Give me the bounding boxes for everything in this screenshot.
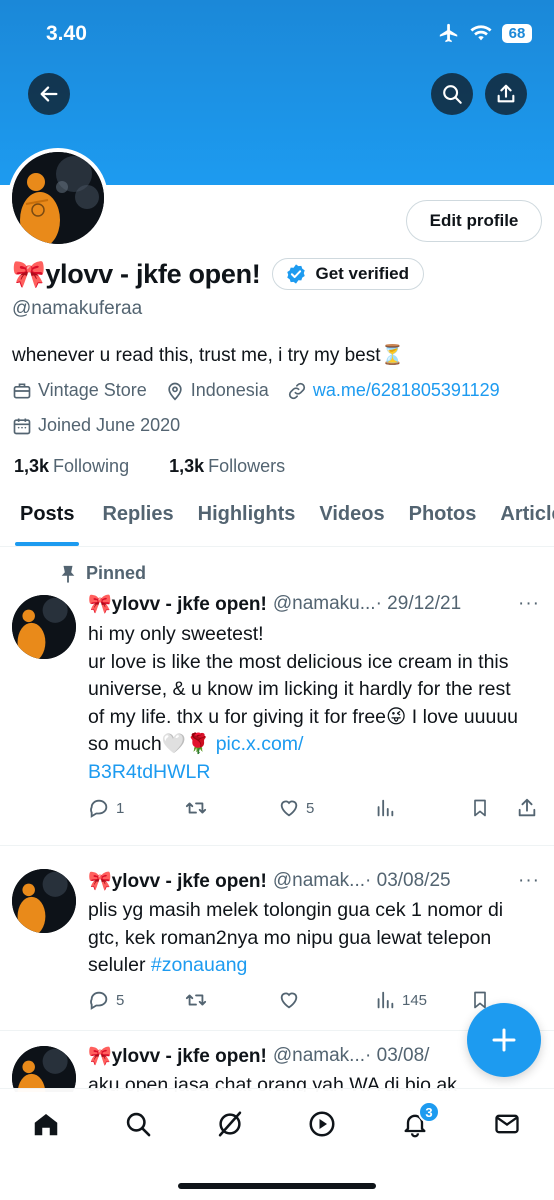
like-button[interactable]: 5 (278, 797, 314, 819)
post-more-icon[interactable]: ··· (518, 870, 540, 892)
post-author-name[interactable]: 🎀ylovv - jkfe open! (88, 869, 267, 893)
post-item[interactable]: 🎀ylovv - jkfe open! @namaku... · 29/12/2… (0, 548, 554, 846)
home-indicator (178, 1183, 376, 1189)
heart-icon (280, 800, 298, 817)
search-button[interactable] (431, 73, 473, 115)
tab-replies[interactable]: Replies (94, 495, 185, 546)
wifi-icon (470, 25, 492, 41)
post-avatar[interactable] (12, 595, 76, 659)
home-icon (34, 1114, 58, 1136)
profile-tabs: Posts Replies Highlights Videos Photos A… (0, 495, 554, 547)
tab-videos[interactable]: Videos (307, 495, 396, 546)
views-button[interactable]: 145 (374, 989, 427, 1011)
post-author-handle: @namaku... (272, 593, 376, 614)
post-more-icon[interactable]: ··· (518, 593, 540, 615)
edit-profile-button[interactable]: Edit profile (406, 200, 542, 242)
avatar-image (12, 869, 76, 933)
profile-location: Indonesia (165, 380, 269, 401)
post-author-name[interactable]: 🎀ylovv - jkfe open! (88, 1044, 267, 1068)
heart-icon (280, 992, 298, 1009)
post-author-name[interactable]: 🎀ylovv - jkfe open! (88, 592, 267, 616)
post-text: hi my only sweetest! ur love is like the… (88, 623, 519, 783)
get-verified-label: Get verified (315, 264, 410, 283)
repost-icon (185, 994, 207, 1006)
profile-meta-row: Vintage Store Indonesia wa.me/6281805391… (12, 380, 518, 401)
tab-highlights[interactable]: Highlights (186, 495, 308, 546)
profile-website-link[interactable]: wa.me/6281805391129 (287, 380, 500, 401)
grok-icon (218, 1111, 242, 1137)
repost-button[interactable] (184, 989, 208, 1011)
briefcase-icon (13, 383, 31, 398)
profile-joined: Joined June 2020 (12, 415, 180, 436)
repost-button[interactable] (184, 797, 214, 819)
post-author-handle: @namak... (272, 1045, 366, 1066)
profile-avatar[interactable] (8, 148, 108, 248)
post-date[interactable]: · 03/08/25 (365, 870, 451, 892)
post-author-handle: @namak... (272, 870, 366, 891)
post-date[interactable]: · 29/12/21 (376, 593, 462, 615)
status-time: 3.40 (46, 22, 87, 45)
arrow-left-icon (40, 86, 58, 102)
envelope-icon (495, 1114, 519, 1134)
compose-post-button[interactable] (467, 1003, 541, 1077)
search-icon (126, 1112, 151, 1137)
location-pin-icon (168, 382, 182, 401)
nav-grok[interactable] (213, 1107, 247, 1141)
share-icon (518, 798, 536, 817)
share-post-button[interactable] (516, 797, 538, 819)
bookmark-button[interactable] (470, 797, 490, 819)
nav-messages[interactable] (490, 1107, 524, 1141)
following-link[interactable]: 1,3k Following (14, 456, 129, 477)
profile-bio: whenever u read this, trust me, i try my… (12, 345, 405, 366)
post-avatar[interactable] (12, 1046, 76, 1092)
nav-notifications[interactable]: 3 (398, 1101, 440, 1141)
battery-indicator: 68 (502, 23, 532, 43)
share-icon (497, 84, 515, 103)
like-button[interactable] (278, 989, 300, 1011)
avatar-image (12, 595, 76, 659)
post-text: plis yg masih melek tolongin gua cek 1 n… (88, 899, 504, 976)
back-button[interactable] (28, 73, 70, 115)
tab-photos[interactable]: Photos (397, 495, 489, 546)
bookmark-icon (474, 799, 486, 817)
tab-articles[interactable]: Articles (488, 495, 554, 546)
reply-button[interactable]: 1 (88, 797, 124, 819)
profile-name: 🎀ylovv - jkfe open! (12, 259, 261, 289)
views-icon (377, 991, 394, 1009)
plus-icon (492, 1028, 516, 1052)
nav-search[interactable] (121, 1107, 155, 1141)
reply-icon (90, 991, 108, 1010)
get-verified-button[interactable]: Get verified (272, 258, 425, 290)
notifications-badge: 3 (418, 1101, 440, 1123)
search-icon (443, 85, 462, 104)
share-profile-button[interactable] (485, 73, 527, 115)
nav-video[interactable] (305, 1107, 339, 1141)
profile-handle: @namakuferaa (12, 298, 143, 319)
repost-icon (185, 802, 207, 814)
post-hashtag-link[interactable]: #zonauang (151, 954, 248, 976)
views-icon (377, 799, 394, 817)
post-avatar[interactable] (12, 869, 76, 933)
reply-button[interactable]: 5 (88, 989, 124, 1011)
tab-posts[interactable]: Posts (0, 495, 94, 546)
post-item[interactable]: 🎀ylovv - jkfe open! @namak... · 03/08/25… (0, 847, 554, 1031)
nav-home[interactable] (29, 1107, 63, 1141)
profile-category: Vintage Store (12, 380, 147, 401)
play-circle-icon (309, 1111, 335, 1137)
link-icon (288, 382, 305, 399)
avatar-image (12, 1046, 76, 1092)
airplane-icon (439, 23, 458, 43)
verified-badge-icon (287, 264, 306, 284)
views-button[interactable] (374, 797, 402, 819)
status-bar: 3.40 68 (0, 0, 554, 64)
avatar-image (12, 152, 104, 244)
reply-icon (90, 799, 108, 818)
followers-link[interactable]: 1,3k Followers (169, 456, 285, 477)
post-date[interactable]: · 03/08/ (365, 1045, 429, 1067)
calendar-icon (13, 418, 31, 434)
